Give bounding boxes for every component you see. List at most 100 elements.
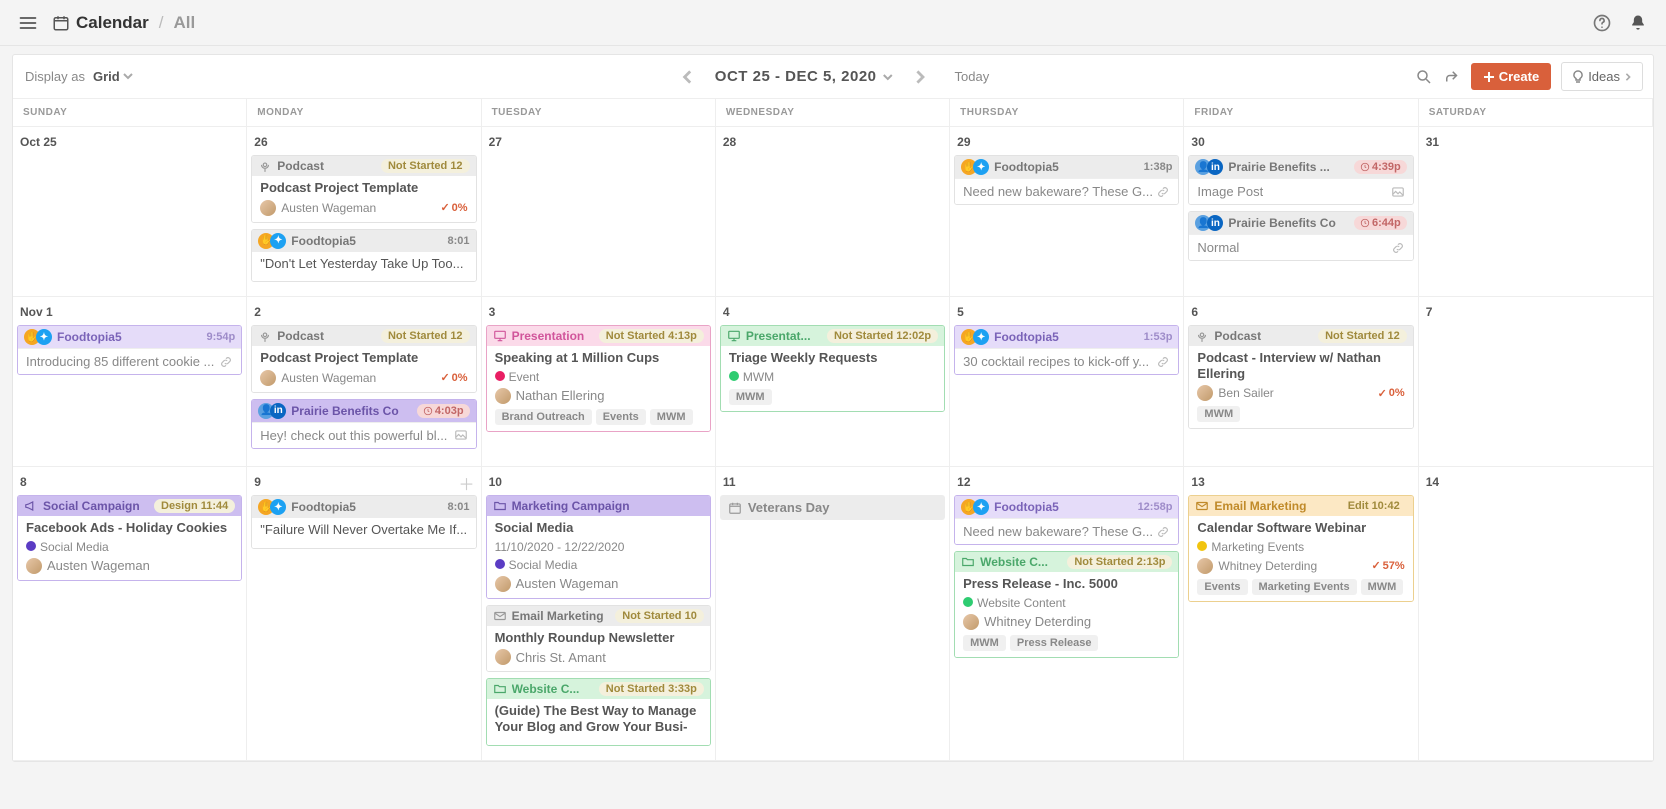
card-body-text: Need new bakeware? These G... — [963, 524, 1153, 539]
day-cell[interactable]: 2 Podcast Not Started 12 Podcast Project… — [247, 297, 481, 467]
day-cell[interactable]: 5 ✋✦Foodtopia5 1:53p 30 cocktail recipes… — [950, 297, 1184, 467]
assignee: Austen Wageman — [281, 201, 376, 215]
card-time-overdue: 4:03p — [417, 404, 470, 418]
ideas-button[interactable]: Ideas — [1561, 62, 1643, 91]
card-title: Speaking at 1 Million Cups — [495, 350, 702, 366]
next-period-button[interactable] — [907, 65, 931, 89]
day-cell[interactable]: Nov 1 ✋✦Foodtopia5 9:54p Introducing 85 … — [13, 297, 247, 467]
chevron-down-icon — [883, 72, 893, 82]
event-card[interactable]: Podcast Not Started 12 Podcast Project T… — [251, 325, 476, 393]
event-card[interactable]: ✋✦Foodtopia5 1:38p Need new bakeware? Th… — [954, 155, 1179, 205]
notifications-icon[interactable] — [1628, 13, 1648, 33]
prev-period-button[interactable] — [677, 65, 701, 89]
tag[interactable]: MWM — [963, 635, 1006, 651]
tag[interactable]: Events — [1197, 579, 1247, 595]
cell-date: 5 — [954, 301, 1179, 325]
day-cell[interactable]: 7 — [1419, 297, 1653, 467]
day-cell[interactable]: 28 — [716, 127, 950, 297]
tag[interactable]: Brand Outreach — [495, 409, 592, 425]
card-title: Monthly Roundup Newsletter — [495, 630, 702, 646]
card-body-text: Introducing 85 different cookie ... — [26, 354, 214, 369]
tag[interactable]: MWM — [650, 409, 693, 425]
cell-date: 6 — [1188, 301, 1413, 325]
avatar — [26, 558, 42, 574]
category-dot — [729, 371, 739, 381]
assignee: Whitney Deterding — [984, 614, 1091, 629]
calendar-icon — [728, 501, 742, 515]
menu-icon[interactable] — [18, 13, 38, 33]
email-icon — [1195, 499, 1209, 513]
search-icon[interactable] — [1415, 68, 1433, 86]
day-cell[interactable]: 10 Marketing Campaign Social Media 11/10… — [482, 467, 716, 760]
cell-date: 28 — [720, 131, 945, 155]
day-cell[interactable]: 27 — [482, 127, 716, 297]
day-cell[interactable]: 13 Email Marketing Edit 10:42 Calendar S… — [1184, 467, 1418, 760]
event-card[interactable]: Website C... Not Started 3:33p (Guide) T… — [486, 678, 711, 745]
tag[interactable]: MWM — [729, 389, 772, 405]
cell-date: 11 — [720, 471, 945, 495]
day-cell[interactable]: 3 Presentation Not Started 4:13p Speakin… — [482, 297, 716, 467]
clock-icon — [1360, 162, 1370, 172]
event-card[interactable]: Email Marketing Not Started 10 Monthly R… — [486, 605, 711, 673]
event-card[interactable]: ✋✦Foodtopia5 9:54p Introducing 85 differ… — [17, 325, 242, 375]
day-cell[interactable]: 8 Social Campaign Design 11:44 Facebook … — [13, 467, 247, 760]
event-card[interactable]: 👤inPrairie Benefits Co 6:44p Normal — [1188, 211, 1413, 261]
image-icon — [454, 428, 468, 442]
card-time: 8:01 — [448, 235, 470, 247]
date-range-picker[interactable]: OCT 25 - DEC 5, 2020 — [715, 68, 893, 85]
day-cell[interactable]: 6 Podcast Not Started 12 Podcast - Inter… — [1184, 297, 1418, 467]
event-card[interactable]: Podcast Not Started 12 Podcast - Intervi… — [1188, 325, 1413, 429]
help-icon[interactable] — [1592, 13, 1612, 33]
event-card[interactable]: Social Campaign Design 11:44 Facebook Ad… — [17, 495, 242, 581]
avatar — [495, 388, 511, 404]
day-cell[interactable]: 4 Presentat... Not Started 12:02p Triage… — [716, 297, 950, 467]
tag[interactable]: Events — [596, 409, 646, 425]
assignee: Austen Wageman — [47, 558, 150, 573]
event-card[interactable]: ✋✦Foodtopia5 8:01 "Don't Let Yesterday T… — [251, 229, 476, 283]
event-card[interactable]: Email Marketing Edit 10:42 Calendar Soft… — [1188, 495, 1413, 602]
event-card[interactable]: 👤inPrairie Benefits Co 4:03p Hey! check … — [251, 399, 476, 449]
event-card[interactable]: ✋✦Foodtopia5 1:53p 30 cocktail recipes t… — [954, 325, 1179, 375]
social-icons: ✋✦ — [24, 329, 52, 345]
add-event-button[interactable]: ＋ — [459, 471, 475, 495]
event-card[interactable]: Website C... Not Started 2:13p Press Rel… — [954, 551, 1179, 658]
calendar-panel: Display as Grid OCT 25 - DEC 5, 2020 Tod… — [12, 54, 1654, 762]
avatar — [963, 614, 979, 630]
tag[interactable]: MWM — [1197, 406, 1240, 422]
tag[interactable]: MWM — [1361, 579, 1404, 595]
progress-pct: ✓0% — [440, 201, 467, 214]
day-cell[interactable]: 9 ＋ ✋✦Foodtopia5 8:01 "Failure Will Neve… — [247, 467, 481, 760]
tag[interactable]: Press Release — [1010, 635, 1099, 651]
calendar-grid: Oct 25 26 Podcast Not Started 12 Podcast… — [13, 127, 1653, 761]
podcast-icon — [1195, 329, 1209, 343]
day-cell[interactable]: 30 👤inPrairie Benefits ... 4:39p Image P… — [1184, 127, 1418, 297]
cell-date: 27 — [486, 131, 711, 155]
day-cell[interactable]: 14 — [1419, 467, 1653, 760]
holiday-bar: Veterans Day — [720, 495, 945, 520]
today-button[interactable]: Today — [955, 69, 990, 84]
display-mode-select[interactable]: Grid — [93, 69, 133, 84]
event-card[interactable]: ✋✦Foodtopia5 8:01 "Failure Will Never Ov… — [251, 495, 476, 549]
event-card[interactable]: Presentat... Not Started 12:02p Triage W… — [720, 325, 945, 412]
create-button[interactable]: Create — [1471, 63, 1551, 90]
clock-icon — [423, 406, 433, 416]
share-icon[interactable] — [1443, 68, 1461, 86]
day-cell[interactable]: 11 Veterans Day — [716, 467, 950, 760]
day-cell[interactable]: 26 Podcast Not Started 12 Podcast Projec… — [247, 127, 481, 297]
day-cell[interactable]: 31 — [1419, 127, 1653, 297]
event-card[interactable]: ✋✦Foodtopia5 12:58p Need new bakeware? T… — [954, 495, 1179, 545]
display-as-label: Display as — [25, 69, 85, 84]
tag[interactable]: Marketing Events — [1252, 579, 1357, 595]
day-cell[interactable]: Oct 25 — [13, 127, 247, 297]
event-card[interactable]: Presentation Not Started 4:13p Speaking … — [486, 325, 711, 432]
event-card[interactable]: Marketing Campaign Social Media 11/10/20… — [486, 495, 711, 599]
presentation-icon — [493, 329, 507, 343]
day-cell[interactable]: 29 ✋✦Foodtopia5 1:38p Need new bakeware?… — [950, 127, 1184, 297]
page-subtitle[interactable]: All — [173, 13, 195, 33]
event-card[interactable]: 👤inPrairie Benefits ... 4:39p Image Post — [1188, 155, 1413, 205]
avatar — [260, 200, 276, 216]
assignee: Austen Wageman — [516, 576, 619, 591]
event-card[interactable]: Podcast Not Started 12 Podcast Project T… — [251, 155, 476, 223]
day-cell[interactable]: 12 ✋✦Foodtopia5 12:58p Need new bakeware… — [950, 467, 1184, 760]
social-icons: ✋✦ — [961, 329, 989, 345]
